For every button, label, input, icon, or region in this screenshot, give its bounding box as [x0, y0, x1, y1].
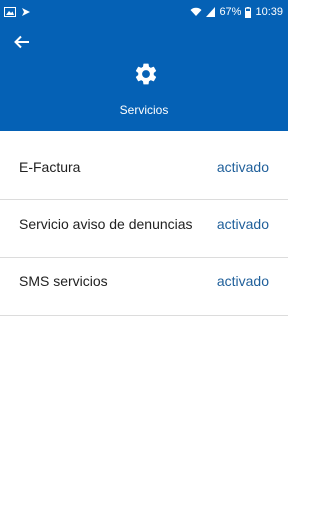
service-item-aviso-denuncias[interactable]: Servicio aviso de denuncias activado	[0, 200, 288, 258]
status-bar: 67% 10:39	[0, 0, 288, 24]
gear-icon	[132, 60, 160, 88]
service-item-sms[interactable]: SMS servicios activado	[0, 258, 288, 316]
service-label: Servicio aviso de denuncias	[19, 216, 193, 232]
signal-icon	[206, 7, 216, 17]
page-title: Servicios	[119, 103, 169, 117]
service-status: activado	[216, 216, 269, 232]
status-time: 10:39	[255, 5, 283, 18]
service-label: SMS servicios	[19, 273, 108, 289]
app-notification-icon	[21, 7, 31, 17]
service-status: activado	[216, 273, 269, 289]
gallery-notification-icon	[4, 7, 16, 17]
battery-percent: 67%	[219, 5, 242, 18]
arrow-left-icon	[14, 35, 29, 49]
app-header: 67% 10:39 Servicios	[0, 0, 288, 131]
service-label: E-Factura	[19, 159, 81, 175]
services-list: E-Factura activado Servicio aviso de den…	[0, 131, 288, 316]
battery-icon	[245, 6, 252, 18]
service-status: activado	[216, 159, 269, 175]
service-item-efactura[interactable]: E-Factura activado	[0, 131, 288, 200]
back-button[interactable]	[8, 28, 36, 56]
wifi-icon	[190, 7, 202, 17]
